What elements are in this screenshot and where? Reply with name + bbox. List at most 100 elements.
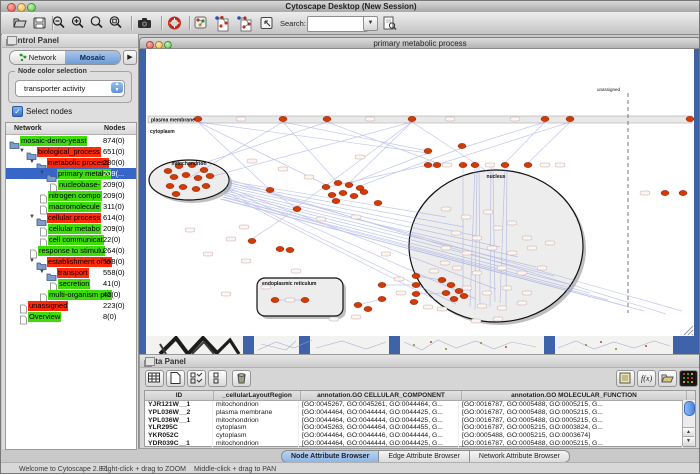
search-dropdown-arrow[interactable]: ▼ xyxy=(363,16,378,31)
tree-row-metabolic-process[interactable]: ▼metabolic process280(0) xyxy=(6,157,136,168)
tree-item-count: 264(0) xyxy=(103,246,125,255)
resize-grip[interactable] xyxy=(684,326,693,335)
tree-item-count: 311(0) xyxy=(103,202,124,211)
tree-item-count: 209(0) xyxy=(103,191,125,200)
tree-row-unassigned[interactable]: unassigned223(0) xyxy=(6,300,136,311)
tree-row-biological-process[interactable]: ▼biological_process651(0) xyxy=(6,146,136,157)
table-cell: [GO:0016787, GO:0005488, GO:0005215, G..… xyxy=(459,440,683,448)
tree-row-overview[interactable]: Overview8(0) xyxy=(6,311,136,322)
tree-col-nodes: Nodes xyxy=(104,125,125,132)
tree-item-count: 223(0) xyxy=(103,301,125,310)
tree-row-secretion[interactable]: secretion41(0) xyxy=(6,278,136,289)
vizmapper-icon[interactable] xyxy=(193,15,209,31)
table-vertical-scrollbar[interactable]: ▲ ▼ xyxy=(682,400,695,446)
table-cell: YDR039C__1 xyxy=(145,440,213,448)
status-welcome: Welcome to Cytoscape 2.8.1 xyxy=(19,466,108,473)
tree-row-establishment-of-lo[interactable]: ▼establishment of lo558(0) xyxy=(6,256,136,267)
table-header-2[interactable]: annotation.GO CELLULAR_COMPONENT xyxy=(301,391,462,400)
table-cell: [GO:0044464, GO:0044444, GO:0044425, G..… xyxy=(299,417,459,425)
node-color-dropdown[interactable]: transporter activity ▲▼ xyxy=(15,80,125,97)
attribute-table[interactable]: ID_cellularLayoutRegionannotation.GO CEL… xyxy=(144,390,696,447)
tree-row-multi-organism-pro[interactable]: multi-organism pro42(0) xyxy=(6,289,136,300)
help-icon[interactable] xyxy=(167,15,183,31)
annotation-icon[interactable] xyxy=(259,15,275,31)
tab-overflow-arrow[interactable]: ▶ xyxy=(123,50,137,65)
table-row-YPL036W__1[interactable]: YPL036W__1mitochondrion[GO:0044464, GO:0… xyxy=(145,417,695,425)
table-cell: [GO:0016787, GO:0005215, GO:0003824, G..… xyxy=(459,424,683,432)
notes-icon[interactable] xyxy=(616,370,635,387)
main-toolbar: Search: ▼ xyxy=(1,12,700,35)
zoom-in-icon[interactable] xyxy=(70,15,86,31)
table-row-YJR121W__1[interactable]: YJR121W__1mitochondrion[GO:0045267, GO:0… xyxy=(145,401,695,409)
scroll-down-arrow[interactable]: ▼ xyxy=(683,436,694,446)
tree-item-label: nucleobase- xyxy=(58,180,101,190)
zoom-fit-icon[interactable] xyxy=(108,15,124,31)
float-panel-icon[interactable] xyxy=(7,36,17,45)
tree-item-count: 209(... xyxy=(103,169,124,178)
snapshot-icon[interactable] xyxy=(137,15,153,31)
table-header-3[interactable]: annotation.GO MOLECULAR_FUNCTION xyxy=(462,391,687,400)
save-session-icon[interactable] xyxy=(32,15,48,31)
select-nodes-checkbox[interactable]: ✓ xyxy=(12,106,23,117)
float-data-panel-icon[interactable] xyxy=(145,357,155,366)
table-header-0[interactable]: ID xyxy=(145,391,214,400)
network-window-left-border xyxy=(139,48,146,354)
tree-row-transport[interactable]: ▼transport558(0) xyxy=(6,267,136,278)
tree-row-primary-metabo[interactable]: ▼primary metabo209(... xyxy=(6,168,136,179)
search-label: Search: xyxy=(280,19,306,28)
table-cell: [GO:0045267, GO:0045261, GO:0044464, G..… xyxy=(299,401,459,409)
tree-row-mosaic-demo-yeast[interactable]: mosaic-demo-yeast874(0) xyxy=(6,135,136,146)
table-cell: [GO:0016787, GO:0005488, GO:0005215, G..… xyxy=(459,401,683,409)
tree-row-cell-communicat[interactable]: cell communicat22(0) xyxy=(6,234,136,245)
table-row-YKR052C[interactable]: YKR052Ccytoplasm[GO:0044464, GO:0044446,… xyxy=(145,432,695,440)
tree-item-count: 22(0) xyxy=(103,235,121,244)
attribute-table-header: ID_cellularLayoutRegionannotation.GO CEL… xyxy=(145,391,695,401)
zoom-selected-icon[interactable] xyxy=(89,15,105,31)
table-header-1[interactable]: _cellularLayoutRegion xyxy=(214,391,301,400)
scrollbar-thumb[interactable] xyxy=(684,401,695,416)
table-row-YDR039C__1[interactable]: YDR039C__1mitochondrion[GO:0044464, GO:0… xyxy=(145,440,695,448)
table-row-YPL036W__2[interactable]: YPL036W__2plasma membrane[GO:0044464, GO… xyxy=(145,409,695,417)
tree-item-label: nitrogen compo xyxy=(48,191,102,201)
expand-arrow-icon[interactable]: ▼ xyxy=(29,212,36,223)
unselect-attributes-icon[interactable] xyxy=(208,370,227,387)
app-title: Cytoscape Desktop (New Session) xyxy=(1,2,700,11)
expand-arrow-icon[interactable]: ▼ xyxy=(39,168,46,179)
expand-arrow-icon[interactable]: ▼ xyxy=(19,146,26,157)
zoom-out-icon[interactable] xyxy=(51,15,67,31)
tree-item-count: 42(0) xyxy=(103,290,121,299)
open-network-icon[interactable] xyxy=(12,15,28,31)
import-attributes-icon[interactable] xyxy=(658,370,677,387)
network-window-titlebar[interactable]: primary metabolic process xyxy=(139,37,700,49)
tab-network[interactable]: Network xyxy=(10,51,65,64)
expand-arrow-icon[interactable]: ▼ xyxy=(29,157,36,168)
tree-row-response-to-stimulu[interactable]: response to stimulu264(0) xyxy=(6,245,136,256)
search-config-icon[interactable] xyxy=(382,15,398,31)
network-view-icon[interactable] xyxy=(213,15,229,31)
tab-mosaic[interactable]: Mosaic xyxy=(65,51,120,64)
expand-arrow-icon[interactable]: ▼ xyxy=(29,256,36,267)
network-canvas[interactable]: plasma membranecytoplasmmitochondrionnuc… xyxy=(146,49,694,336)
tree-row-nitrogen-compo[interactable]: nitrogen compo209(0) xyxy=(6,190,136,201)
new-attribute-icon[interactable] xyxy=(166,370,185,387)
attribute-table-icon[interactable] xyxy=(145,370,164,387)
tree-row-cellular-metabo[interactable]: cellular metabo209(0) xyxy=(6,223,136,234)
tree-item-count: 209(0) xyxy=(103,224,125,233)
expand-arrow-icon[interactable]: ▼ xyxy=(39,267,46,278)
select-attributes-icon[interactable] xyxy=(187,370,206,387)
tree-item-count: 614(0) xyxy=(103,213,125,222)
delete-attribute-icon[interactable] xyxy=(232,370,251,387)
plasma-membrane-region[interactable] xyxy=(148,116,692,123)
function-builder-icon[interactable]: f(x) xyxy=(637,370,656,387)
table-cell: [GO:0016787, GO:0005488, GO:0005215, G..… xyxy=(459,417,683,425)
tree-row-cellular-process[interactable]: ▼cellular process614(0) xyxy=(6,212,136,223)
file-icon xyxy=(19,312,28,330)
tree-item-count: 209(0) xyxy=(103,180,125,189)
network-data-icon[interactable] xyxy=(235,15,251,31)
tree-row-macromolecule[interactable]: macromolecule311(0) xyxy=(6,201,136,212)
tree-row-nucleobase-[interactable]: nucleobase-209(0) xyxy=(6,179,136,190)
matrix-icon[interactable] xyxy=(679,370,698,387)
table-row-YLR295C[interactable]: YLR295Ccytoplasm[GO:0045263, GO:0044464,… xyxy=(145,424,695,432)
control-panel: Control Panel Network Mosaic ▶ Node colo… xyxy=(2,34,139,449)
search-input[interactable] xyxy=(307,16,368,32)
